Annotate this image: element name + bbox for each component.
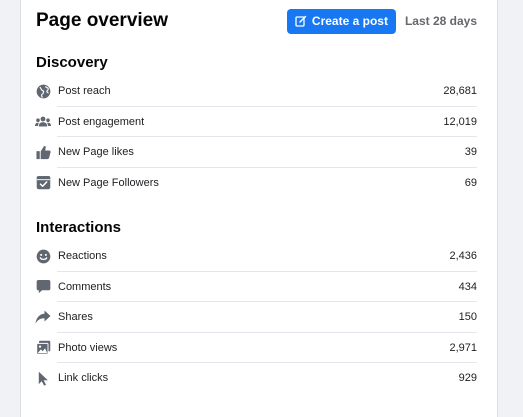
- list-item-new-page-followers[interactable]: New Page Followers 69: [35, 168, 477, 199]
- people-icon: [35, 114, 51, 130]
- date-range: Last 28 days: [404, 14, 477, 28]
- create-post-button[interactable]: Create a post: [286, 8, 396, 34]
- page-overview-card: Page overview Create a post Last 28 days…: [20, 0, 498, 417]
- list-item-shares[interactable]: Shares 150: [35, 302, 477, 333]
- row-label: New Page Followers: [58, 176, 159, 189]
- row-label: Reactions: [58, 250, 107, 263]
- interactions-list: Reactions 2,436 Comments 434 Shares 150: [35, 241, 477, 394]
- discovery-list: Post reach 28,681 Post engagement 12,019: [35, 76, 477, 198]
- row-label: New Page likes: [58, 146, 134, 159]
- smiley-icon: [35, 248, 51, 264]
- row-label: Shares: [58, 311, 93, 324]
- edit-icon: [295, 15, 307, 27]
- row-value: 69: [464, 176, 477, 189]
- page-title: Page overview: [36, 10, 169, 31]
- list-item-post-engagement[interactable]: Post engagement 12,019: [35, 107, 477, 137]
- row-value: 434: [458, 280, 477, 293]
- list-item-comments[interactable]: Comments 434: [35, 272, 477, 302]
- row-label: Photo views: [58, 341, 118, 354]
- share-icon: [35, 309, 51, 325]
- interactions-title: Interactions: [36, 219, 122, 236]
- follow-icon: [35, 175, 51, 191]
- row-value: 12,019: [443, 115, 477, 128]
- globe-icon: [35, 83, 51, 99]
- row-value: 39: [464, 146, 477, 159]
- row-label: Post engagement: [58, 115, 145, 128]
- row-value: 2,436: [449, 250, 477, 263]
- row-value: 2,971: [449, 341, 477, 354]
- create-post-label: Create a post: [311, 14, 388, 28]
- row-value: 150: [458, 311, 477, 324]
- row-value: 28,681: [443, 85, 477, 98]
- row-label: Post reach: [58, 85, 111, 98]
- comment-icon: [35, 279, 51, 295]
- thumbs-up-icon: [35, 144, 51, 160]
- cursor-icon: [35, 370, 51, 386]
- row-value: 929: [458, 372, 477, 385]
- list-item-photo-views[interactable]: Photo views 2,971: [35, 333, 477, 363]
- list-item-post-reach[interactable]: Post reach 28,681: [35, 76, 477, 107]
- header: Page overview Create a post Last 28 days: [36, 8, 477, 34]
- list-item-reactions[interactable]: Reactions 2,436: [35, 241, 477, 272]
- row-label: Link clicks: [58, 372, 109, 385]
- list-item-link-clicks[interactable]: Link clicks 929: [35, 363, 477, 394]
- list-item-new-page-likes[interactable]: New Page likes 39: [35, 137, 477, 168]
- photo-icon: [35, 340, 51, 356]
- row-label: Comments: [58, 280, 112, 293]
- discovery-title: Discovery: [36, 54, 108, 71]
